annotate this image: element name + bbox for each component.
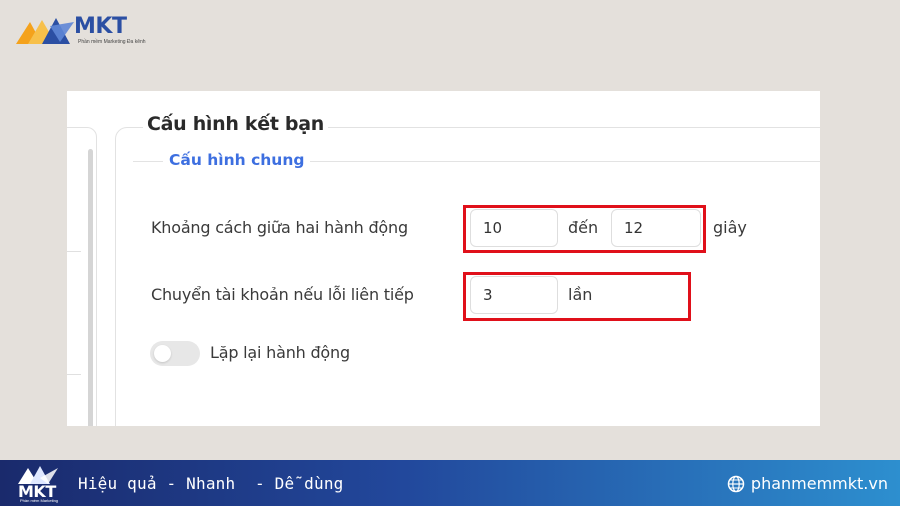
section-title: Cấu hình chung: [163, 151, 311, 169]
interval-label: Khoảng cách giữa hai hành động: [151, 218, 408, 237]
footer-banner: MKT Phần mềm Marketing Hiệu quả - Nhanh …: [0, 460, 900, 506]
interval-to-input[interactable]: 12: [611, 209, 701, 247]
mkt-logo: MKT Phần mềm Marketing Đa kênh: [16, 14, 146, 50]
config-panel: Cấu hình kết bạn Cấu hình chung Khoảng c…: [67, 91, 820, 426]
interval-to-text: đến: [568, 218, 599, 237]
banner-logo-subtitle: Phần mềm Marketing: [20, 498, 59, 503]
switch-account-unit: lần: [568, 285, 593, 304]
interval-from-input[interactable]: 10: [470, 209, 558, 247]
side-scrollbar[interactable]: [88, 149, 93, 426]
logo-subtitle: Phần mềm Marketing Đa kênh: [78, 39, 146, 45]
website-text[interactable]: phanmemmkt.vn: [751, 474, 888, 493]
toggle-knob: [154, 345, 171, 362]
interval-unit: giây: [713, 218, 747, 237]
slogan: Hiệu quả - Nhanh - Dễ dùng: [78, 474, 344, 493]
side-divider: [67, 374, 81, 375]
repeat-label: Lặp lại hành động: [210, 343, 350, 362]
switch-account-input[interactable]: 3: [470, 276, 558, 314]
logo-word: MKT: [74, 14, 127, 39]
globe-icon: [727, 475, 745, 492]
repeat-toggle[interactable]: [150, 341, 200, 366]
website[interactable]: phanmemmkt.vn: [727, 474, 888, 493]
switch-account-label: Chuyển tài khoản nếu lỗi liên tiếp: [151, 285, 414, 304]
mkt-logo-mark-icon: [16, 18, 74, 44]
side-divider: [67, 251, 81, 252]
page-title: Cấu hình kết bạn: [143, 113, 328, 135]
